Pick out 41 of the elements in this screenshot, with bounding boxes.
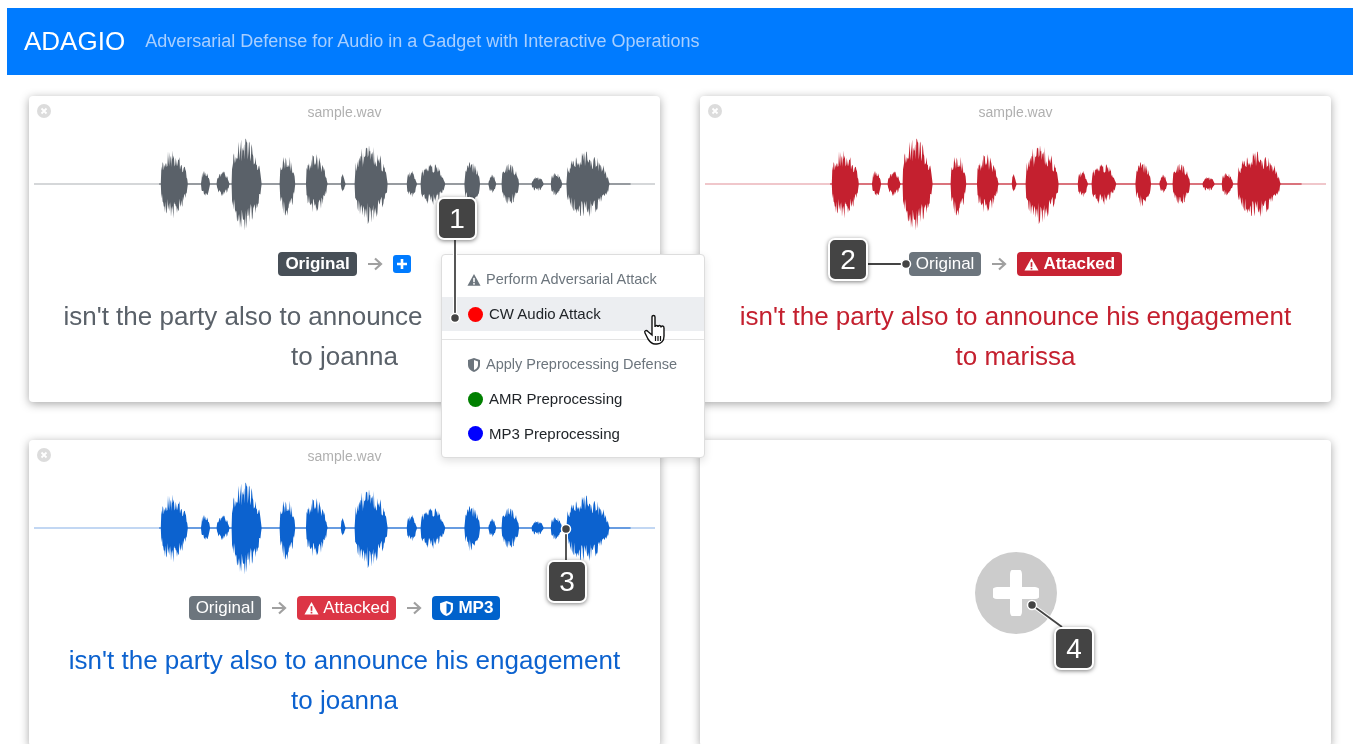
warning-icon	[304, 600, 320, 616]
arrow-icon	[991, 257, 1008, 271]
transcript-line: isn't the party also to announce his engagement	[68, 645, 621, 675]
transcript-line: to joanna	[291, 685, 398, 715]
menu-item[interactable]: AMR Preprocessing	[442, 382, 704, 417]
plus-icon	[395, 258, 408, 270]
transcript-line: isn't the party also to announce his engagement	[739, 301, 1292, 331]
warning-icon	[467, 272, 481, 287]
file-name: sample.wav	[307, 448, 382, 464]
close-icon[interactable]	[37, 448, 51, 462]
app-title: ADAGIO	[24, 25, 126, 58]
menu-item[interactable]: MP3 Preprocessing	[442, 416, 704, 451]
original-tag[interactable]: Original	[908, 252, 982, 276]
transcript-line: to marissa	[955, 341, 1076, 371]
callout-badge: 3	[547, 560, 587, 603]
defense-tag[interactable]: MP3	[432, 596, 501, 620]
attacked-tag[interactable]: Attacked	[1017, 252, 1123, 276]
add-step-button[interactable]	[392, 255, 411, 273]
close-icon[interactable]	[37, 104, 51, 118]
arrow-icon	[406, 601, 423, 615]
attacked-tag[interactable]: Attacked	[297, 596, 397, 620]
menu-section-header: Apply Preprocessing Defense	[486, 355, 678, 375]
transcript-line: isn't the party also to announce	[63, 301, 423, 331]
transcript-line: to joanna	[291, 341, 398, 371]
original-tag[interactable]: Original	[278, 252, 357, 276]
close-icon[interactable]	[708, 104, 722, 118]
menu-section-header: Perform Adversarial Attack	[486, 270, 657, 289]
callout-badge: 4	[1054, 627, 1094, 670]
menu-item[interactable]: CW Audio Attack	[442, 296, 704, 332]
shield-icon	[439, 600, 455, 616]
plus-icon	[992, 570, 1039, 616]
callout-badge: 2	[828, 238, 868, 281]
arrow-icon	[271, 601, 288, 615]
file-name: sample.wav	[978, 104, 1053, 120]
app-subtitle: Adversarial Defense for Audio in a Gadget with Interactive Operations	[145, 30, 700, 53]
warning-icon	[1024, 256, 1040, 272]
shield-icon	[467, 358, 481, 373]
original-tag[interactable]: Original	[188, 596, 262, 620]
callout-badge: 1	[437, 197, 477, 240]
file-name: sample.wav	[307, 104, 382, 120]
arrow-icon	[366, 257, 383, 271]
